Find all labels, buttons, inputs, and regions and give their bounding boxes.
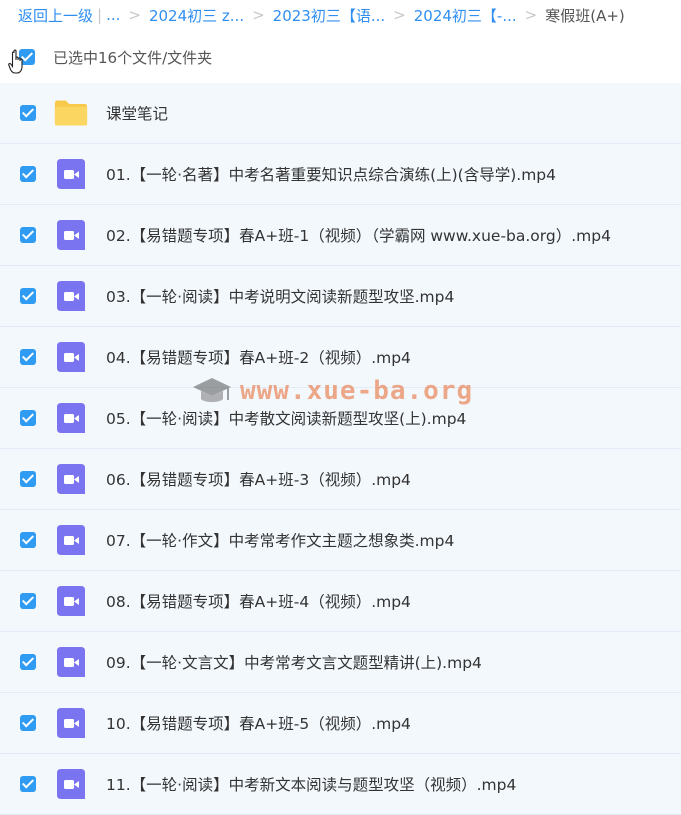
file-name[interactable]: 07.【一轮·作文】中考常考作文主题之想象类.mp4 bbox=[106, 529, 454, 551]
file-checkbox[interactable] bbox=[20, 593, 36, 609]
file-checkbox[interactable] bbox=[20, 532, 36, 548]
file-name[interactable]: 01.【一轮·名著】中考名著重要知识点综合演练(上)(含导学).mp4 bbox=[106, 163, 556, 185]
file-row[interactable]: 10.【易错题专项】春A+班-5（视频）.mp4 bbox=[0, 693, 681, 754]
video-icon bbox=[54, 707, 88, 739]
selection-count-text: 已选中16个文件/文件夹 bbox=[53, 48, 213, 67]
file-row[interactable]: 06.【易错题专项】春A+班-3（视频）.mp4 bbox=[0, 449, 681, 510]
file-name[interactable]: 课堂笔记 bbox=[106, 102, 168, 124]
video-icon bbox=[54, 463, 88, 495]
video-icon bbox=[54, 280, 88, 312]
breadcrumb: 返回上一级 | ... > 2024初三 z... > 2023初三【语... … bbox=[18, 4, 681, 26]
file-row[interactable]: 09.【一轮·文言文】中考常考文言文题型精讲(上).mp4 bbox=[0, 632, 681, 693]
breadcrumb-ellipsis[interactable]: ... bbox=[106, 6, 120, 24]
file-name[interactable]: 08.【易错题专项】春A+班-4（视频）.mp4 bbox=[106, 590, 411, 612]
file-list: 课堂笔记 01.【一轮·名著】中考名著重要知识点综合演练(上)(含导学).mp4 0… bbox=[0, 83, 681, 815]
file-row[interactable]: 02.【易错题专项】春A+班-1（视频）（学霸网 www.xue-ba.org）… bbox=[0, 205, 681, 266]
video-icon bbox=[54, 341, 88, 373]
breadcrumb-chevron-icon: > bbox=[524, 6, 538, 24]
breadcrumb-item-1[interactable]: 2024初三 z... bbox=[149, 5, 244, 26]
breadcrumb-divider: | bbox=[97, 6, 103, 24]
hand-cursor-icon bbox=[8, 49, 23, 74]
file-checkbox[interactable] bbox=[20, 410, 36, 426]
folder-icon bbox=[54, 97, 88, 129]
file-checkbox[interactable] bbox=[20, 105, 36, 121]
video-icon bbox=[54, 585, 88, 617]
selection-bar: 已选中16个文件/文件夹 bbox=[0, 40, 681, 74]
file-row[interactable]: 01.【一轮·名著】中考名著重要知识点综合演练(上)(含导学).mp4 bbox=[0, 144, 681, 205]
breadcrumb-chevron-icon: > bbox=[393, 6, 406, 24]
breadcrumb-back-link[interactable]: 返回上一级 bbox=[18, 5, 93, 26]
file-name[interactable]: 04.【易错题专项】春A+班-2（视频）.mp4 bbox=[106, 346, 411, 368]
breadcrumb-item-2[interactable]: 2023初三【语... bbox=[273, 5, 385, 26]
file-row[interactable]: 03.【一轮·阅读】中考说明文阅读新题型攻坚.mp4 bbox=[0, 266, 681, 327]
file-checkbox[interactable] bbox=[20, 776, 36, 792]
file-checkbox[interactable] bbox=[20, 715, 36, 731]
file-row[interactable]: 05.【一轮·阅读】中考散文阅读新题型攻坚(上).mp4 bbox=[0, 388, 681, 449]
file-name[interactable]: 02.【易错题专项】春A+班-1（视频）（学霸网 www.xue-ba.org）… bbox=[106, 224, 611, 246]
breadcrumb-chevron-icon: > bbox=[252, 6, 265, 24]
file-checkbox[interactable] bbox=[20, 166, 36, 182]
video-icon bbox=[54, 219, 88, 251]
file-checkbox[interactable] bbox=[20, 654, 36, 670]
file-row[interactable]: 07.【一轮·作文】中考常考作文主题之想象类.mp4 bbox=[0, 510, 681, 571]
breadcrumb-chevron-icon: > bbox=[128, 6, 141, 24]
file-row[interactable]: 08.【易错题专项】春A+班-4（视频）.mp4 bbox=[0, 571, 681, 632]
breadcrumb-item-3[interactable]: 2024初三【-... bbox=[414, 5, 517, 26]
file-name[interactable]: 09.【一轮·文言文】中考常考文言文题型精讲(上).mp4 bbox=[106, 651, 482, 673]
file-checkbox[interactable] bbox=[20, 288, 36, 304]
file-row[interactable]: 课堂笔记 bbox=[0, 83, 681, 144]
file-name[interactable]: 05.【一轮·阅读】中考散文阅读新题型攻坚(上).mp4 bbox=[106, 407, 466, 429]
file-checkbox[interactable] bbox=[20, 471, 36, 487]
video-icon bbox=[54, 158, 88, 190]
file-name[interactable]: 10.【易错题专项】春A+班-5（视频）.mp4 bbox=[106, 712, 411, 734]
file-row[interactable]: 11.【一轮·阅读】中考新文本阅读与题型攻坚（视频）.mp4 bbox=[0, 754, 681, 815]
video-icon bbox=[54, 646, 88, 678]
file-name[interactable]: 03.【一轮·阅读】中考说明文阅读新题型攻坚.mp4 bbox=[106, 285, 454, 307]
file-name[interactable]: 06.【易错题专项】春A+班-3（视频）.mp4 bbox=[106, 468, 411, 490]
breadcrumb-current: 寒假班(A+) bbox=[545, 6, 625, 25]
video-icon bbox=[54, 524, 88, 556]
video-icon bbox=[54, 768, 88, 800]
file-row[interactable]: 04.【易错题专项】春A+班-2（视频）.mp4 bbox=[0, 327, 681, 388]
file-name[interactable]: 11.【一轮·阅读】中考新文本阅读与题型攻坚（视频）.mp4 bbox=[106, 773, 516, 795]
video-icon bbox=[54, 402, 88, 434]
file-checkbox[interactable] bbox=[20, 227, 36, 243]
file-checkbox[interactable] bbox=[20, 349, 36, 365]
